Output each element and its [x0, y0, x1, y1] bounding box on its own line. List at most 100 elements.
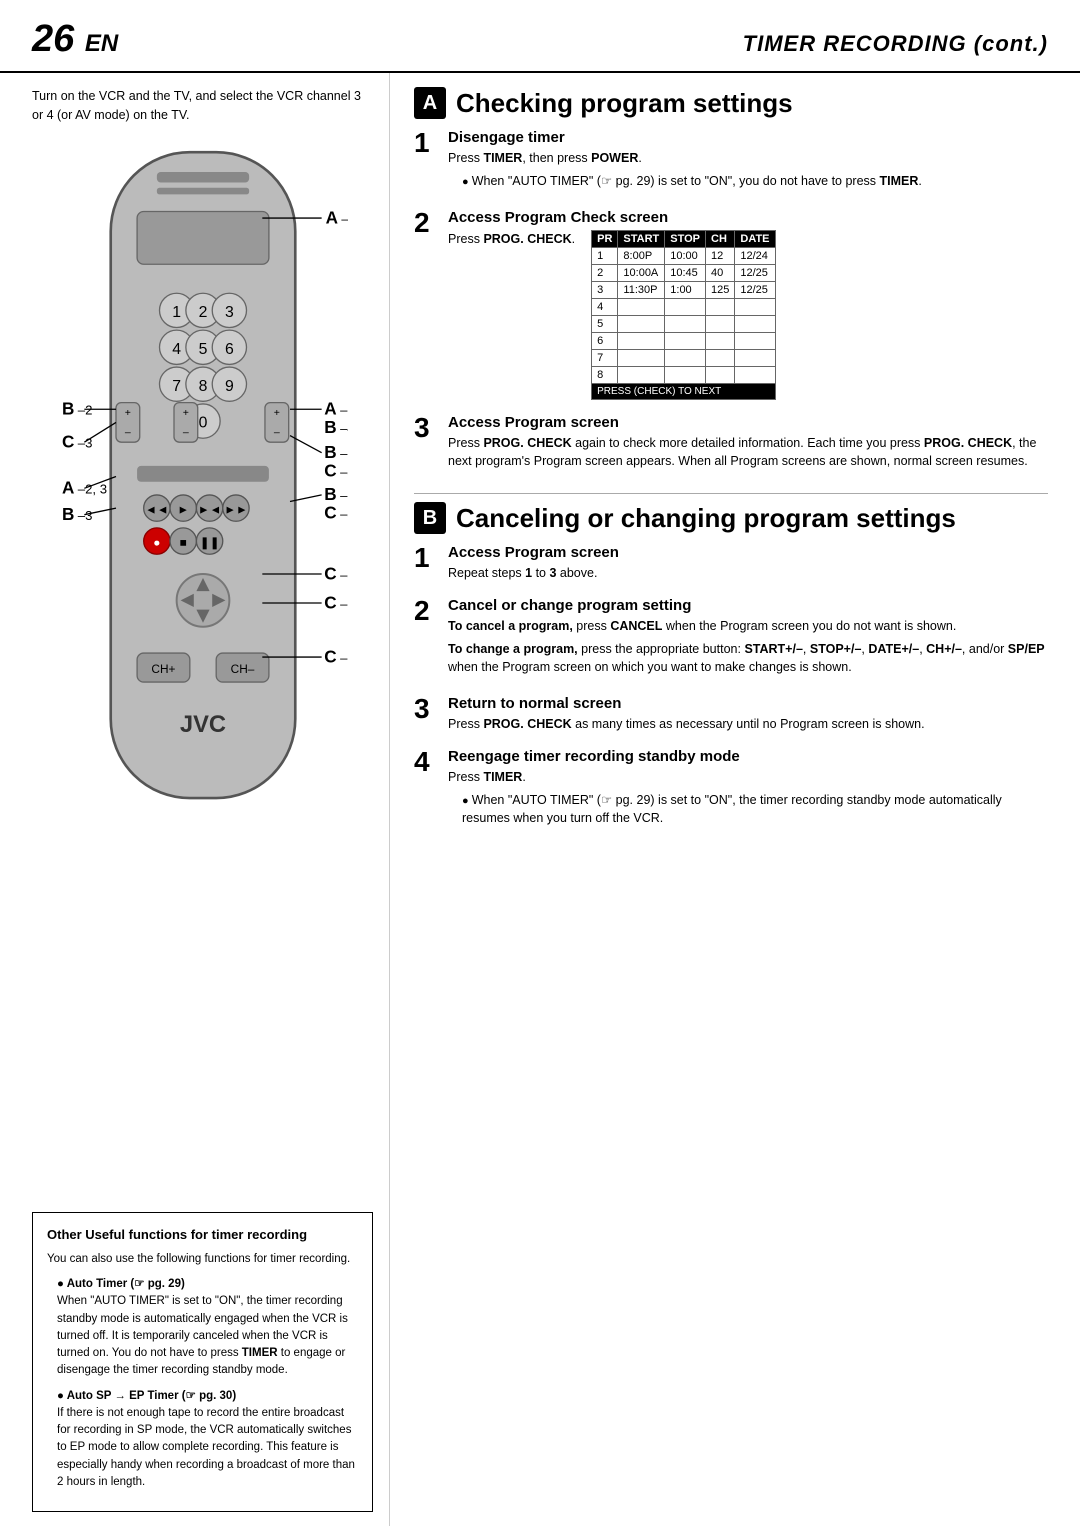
svg-text:JVC: JVC	[179, 712, 225, 738]
auto-timer-body: When "AUTO TIMER" is set to "ON", the ti…	[57, 1293, 358, 1379]
col-date: DATE	[735, 230, 775, 247]
svg-text:3: 3	[224, 303, 233, 320]
svg-text:A: A	[325, 207, 337, 227]
page-title: TIMER RECORDING (cont.)	[743, 31, 1048, 57]
svg-text:4: 4	[172, 340, 181, 357]
table-row: 7	[592, 349, 775, 366]
auto-sp-ep-body: If there is not enough tape to record th…	[57, 1405, 358, 1491]
svg-text:7: 7	[172, 377, 181, 394]
svg-text:–4: –4	[340, 420, 348, 435]
svg-text:►►: ►►	[224, 502, 247, 516]
step-b2-body: To cancel a program, press CANCEL when t…	[448, 617, 1048, 677]
svg-text:6: 6	[224, 340, 233, 357]
svg-text:–2: –2	[340, 488, 348, 503]
useful-functions-intro: You can also use the following functions…	[47, 1251, 358, 1268]
step-b3-body: Press PROG. CHECK as many times as neces…	[448, 715, 1048, 734]
step-a3-num: 3	[414, 414, 438, 472]
svg-text:–: –	[182, 426, 188, 438]
page-header: 26 EN document.querySelector('[data-name…	[0, 0, 1080, 73]
section-b-title: Canceling or changing program settings	[456, 504, 956, 533]
svg-text:–3: –3	[77, 435, 92, 450]
step-a1-content: Disengage timer Press TIMER, then press …	[448, 129, 1048, 195]
step-a3: 3 Access Program screen Press PROG. CHEC…	[414, 414, 1048, 472]
svg-text:◄◄: ◄◄	[145, 502, 168, 516]
step-b3-num: 3	[414, 695, 438, 734]
svg-text:–3: –3	[340, 464, 348, 479]
svg-text:–1: –1	[340, 402, 348, 417]
step-a3-title: Access Program screen	[448, 414, 1048, 431]
step-b1: 1 Access Program screen Repeat steps 1 t…	[414, 544, 1048, 583]
step-a2-content: Access Program Check screen Press PROG. …	[448, 209, 1048, 400]
step-b3-title: Return to normal screen	[448, 695, 1048, 712]
svg-text:B: B	[61, 503, 73, 523]
table-row: 18:00P10:001212/24	[592, 247, 775, 264]
svg-text:+: +	[273, 406, 279, 418]
svg-text:8: 8	[198, 377, 207, 394]
prog-check-wrapper: Press PROG. CHECK. PR START STOP CH	[448, 230, 1048, 400]
svg-text:C: C	[324, 502, 336, 522]
svg-text:C: C	[324, 646, 336, 666]
svg-text:►: ►	[177, 502, 189, 516]
svg-text:–2, 3: –2, 3	[77, 481, 106, 496]
step-b1-num: 1	[414, 544, 438, 583]
svg-text:–: –	[124, 426, 130, 438]
page-lang-text: EN	[85, 30, 118, 57]
svg-text:9: 9	[224, 377, 233, 394]
section-a-badge: A	[414, 87, 446, 119]
step-a3-content: Access Program screen Press PROG. CHECK …	[448, 414, 1048, 472]
svg-text:2: 2	[198, 303, 207, 320]
col-pr: PR	[592, 230, 618, 247]
svg-text:CH–: CH–	[230, 661, 254, 675]
page: 26 EN document.querySelector('[data-name…	[0, 0, 1080, 1526]
auto-sp-ep-title: ● Auto SP → EP Timer (☞ pg. 30)	[57, 1388, 358, 1405]
section-b-badge: B	[414, 502, 446, 534]
svg-text:–2: –2	[340, 650, 348, 665]
svg-text:+: +	[182, 406, 188, 418]
section-b-header: B Canceling or changing program settings	[414, 502, 1048, 534]
step-b1-content: Access Program screen Repeat steps 1 to …	[448, 544, 1048, 583]
svg-text:A: A	[324, 398, 336, 418]
svg-text:B: B	[324, 441, 336, 461]
step-b2-content: Cancel or change program setting To canc…	[448, 597, 1048, 681]
step-a1-title: Disengage timer	[448, 129, 1048, 146]
auto-timer-title: ● Auto Timer (☞ pg. 29)	[57, 1276, 358, 1293]
prog-table-container: PR START STOP CH DATE 18:00P10:001212/24…	[591, 230, 775, 400]
svg-text:■: ■	[179, 535, 186, 549]
remote-svg: 1 2 3 4 5 6 7 8 9	[58, 139, 348, 824]
step-b2-num: 2	[414, 597, 438, 681]
prog-table-footer: PRESS (CHECK) TO NEXT	[592, 383, 775, 399]
svg-text:–3: –3	[77, 507, 92, 522]
svg-text:●: ●	[153, 535, 160, 549]
step-b3: 3 Return to normal screen Press PROG. CH…	[414, 695, 1048, 734]
step-a2: 2 Access Program Check screen Press PROG…	[414, 209, 1048, 400]
section-b: B Canceling or changing program settings…	[414, 493, 1048, 846]
table-row: 4	[592, 298, 775, 315]
svg-text:–2: –2	[77, 402, 92, 417]
right-column: A Checking program settings 1 Disengage …	[390, 73, 1080, 1526]
section-a-title: Checking program settings	[456, 88, 793, 119]
page-number: 26 EN document.querySelector('[data-name…	[32, 18, 118, 61]
col-ch: CH	[706, 230, 735, 247]
svg-text:C: C	[324, 460, 336, 480]
step-b3-content: Return to normal screen Press PROG. CHEC…	[448, 695, 1048, 734]
table-row: 210:00A10:454012/25	[592, 264, 775, 281]
svg-text:–2: –2	[340, 445, 348, 460]
svg-text:❚❚: ❚❚	[199, 535, 219, 549]
table-row: 6	[592, 332, 775, 349]
svg-text:A: A	[61, 477, 73, 497]
step-b1-body: Repeat steps 1 to 3 above.	[448, 564, 1048, 583]
auto-sp-ep-item: ● Auto SP → EP Timer (☞ pg. 30) If there…	[57, 1388, 358, 1492]
svg-text:–1: –1	[341, 211, 348, 226]
step-b4: 4 Reengage timer recording standby mode …	[414, 748, 1048, 832]
prog-table: PR START STOP CH DATE 18:00P10:001212/24…	[591, 230, 775, 400]
step-b1-title: Access Program screen	[448, 544, 1048, 561]
svg-text:B: B	[324, 416, 336, 436]
step-a2-num: 2	[414, 209, 438, 400]
step-a3-body: Press PROG. CHECK again to check more de…	[448, 434, 1048, 472]
col-stop: STOP	[665, 230, 706, 247]
svg-text:C: C	[324, 592, 336, 612]
auto-timer-item: ● Auto Timer (☞ pg. 29) When "AUTO TIMER…	[57, 1276, 358, 1380]
remote-illustration: 1 2 3 4 5 6 7 8 9	[32, 139, 373, 1199]
svg-text:–3: –3	[340, 506, 348, 521]
svg-text:5: 5	[198, 340, 207, 357]
